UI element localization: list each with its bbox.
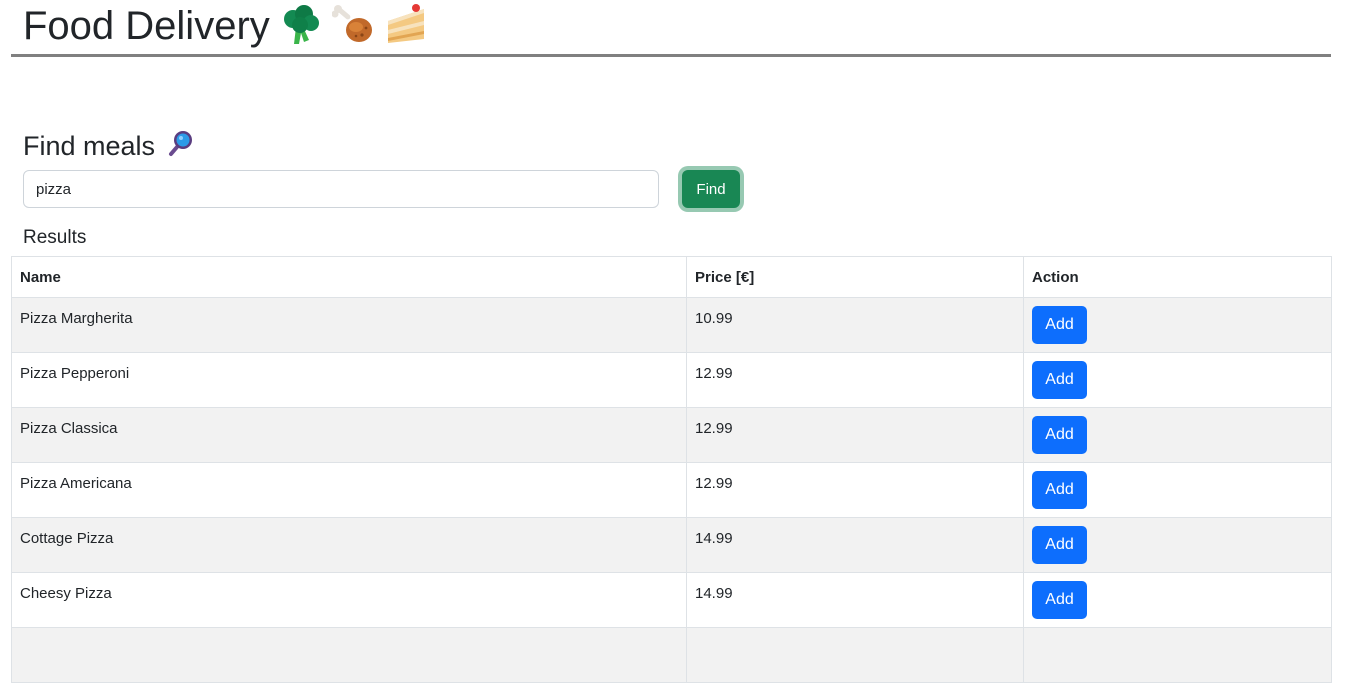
table-row: Cottage Pizza 14.99 Add: [11, 517, 1332, 573]
column-header-price: Price [€]: [686, 256, 1024, 298]
table-row: [11, 627, 1332, 683]
results-table: Name Price [€] Action Pizza Margherita 1…: [11, 256, 1332, 683]
magnifying-glass-icon: [165, 128, 195, 158]
action-cell: Add: [1023, 517, 1332, 573]
meal-name: Cottage Pizza: [11, 517, 687, 573]
meal-name: [11, 627, 687, 683]
find-button[interactable]: Find: [682, 170, 740, 208]
meal-price: 14.99: [686, 572, 1024, 628]
find-meals-title-text: Find meals: [23, 131, 156, 161]
table-row: Pizza Classica 12.99 Add: [11, 407, 1332, 463]
meal-name: Pizza Margherita: [11, 297, 687, 353]
action-cell: [1023, 627, 1332, 683]
column-header-name: Name: [11, 256, 687, 298]
action-cell: Add: [1023, 407, 1332, 463]
results-label: Results: [23, 227, 87, 248]
meal-price: 10.99: [686, 297, 1024, 353]
add-button[interactable]: Add: [1032, 306, 1087, 344]
table-header-row: Name Price [€] Action: [11, 256, 1332, 298]
meal-price: 14.99: [686, 517, 1024, 573]
add-button[interactable]: Add: [1032, 416, 1087, 454]
poultry-leg-icon: [331, 3, 374, 45]
table-row: Pizza Margherita 10.99 Add: [11, 297, 1332, 353]
meal-name: Pizza Classica: [11, 407, 687, 463]
action-cell: Add: [1023, 462, 1332, 518]
search-input[interactable]: [23, 170, 659, 208]
action-cell: Add: [1023, 297, 1332, 353]
meal-name: Cheesy Pizza: [11, 572, 687, 628]
meal-price: 12.99: [686, 462, 1024, 518]
table-row: Pizza Americana 12.99 Add: [11, 462, 1332, 518]
app-title-text: Food Delivery: [23, 4, 270, 48]
action-cell: Add: [1023, 572, 1332, 628]
column-header-action: Action: [1023, 256, 1332, 298]
meal-price: [686, 627, 1024, 683]
meal-name: Pizza Americana: [11, 462, 687, 518]
meal-price: 12.99: [686, 352, 1024, 408]
app-header: Food Delivery: [11, 0, 1331, 57]
find-meals-title: Find meals: [23, 128, 195, 164]
add-button[interactable]: Add: [1032, 526, 1087, 564]
add-button[interactable]: Add: [1032, 361, 1087, 399]
cake-slice-icon: [386, 3, 428, 45]
add-button[interactable]: Add: [1032, 471, 1087, 509]
table-row: Cheesy Pizza 14.99 Add: [11, 572, 1332, 628]
add-button[interactable]: Add: [1032, 581, 1087, 619]
meal-name: Pizza Pepperoni: [11, 352, 687, 408]
table-row: Pizza Pepperoni 12.99 Add: [11, 352, 1332, 408]
app-title: Food Delivery: [23, 3, 428, 49]
meal-price: 12.99: [686, 407, 1024, 463]
action-cell: Add: [1023, 352, 1332, 408]
broccoli-icon: [282, 5, 320, 45]
